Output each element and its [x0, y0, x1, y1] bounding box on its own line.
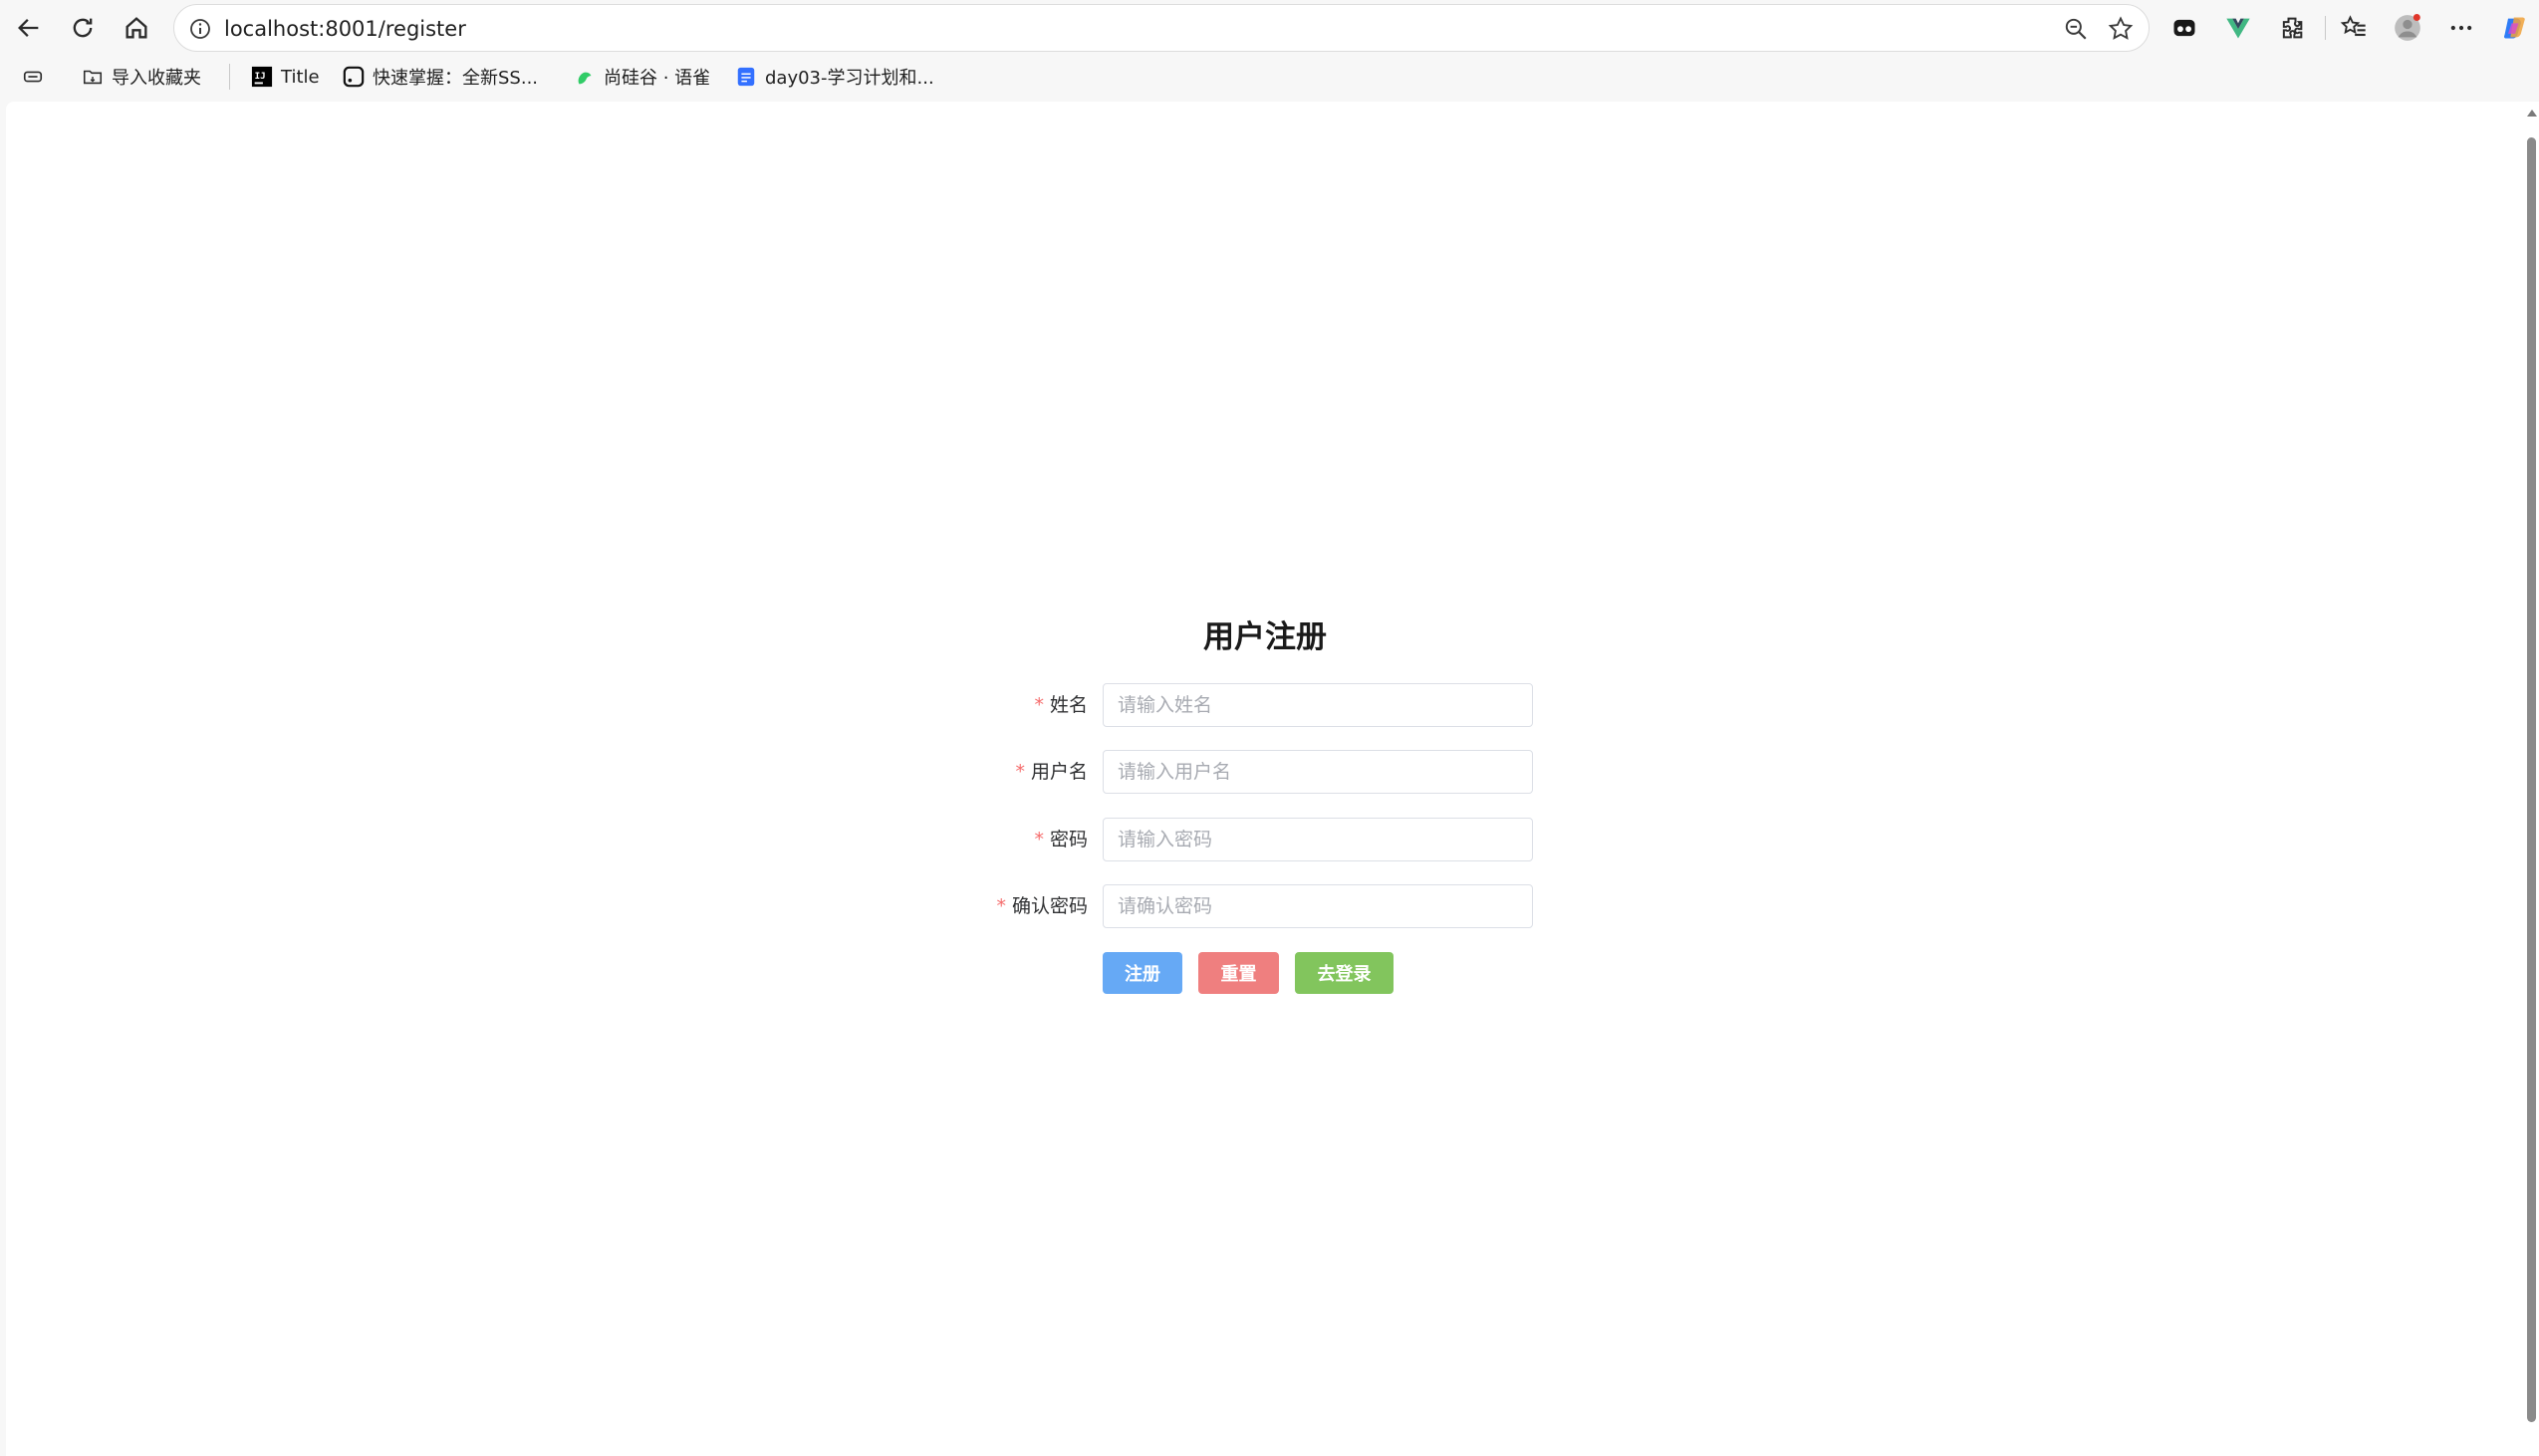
password-input[interactable]: [1103, 818, 1533, 861]
confirm-password-input[interactable]: [1103, 884, 1533, 928]
name-label: * 姓名: [1034, 694, 1088, 716]
bookmark-label: 快速掌握：全新SS...: [373, 68, 539, 89]
reset-button[interactable]: 重置: [1198, 952, 1279, 994]
favorite-star-icon[interactable]: [2107, 15, 2135, 43]
address-url[interactable]: localhost:8001/register: [224, 5, 466, 53]
extension-mask-icon[interactable]: [2168, 12, 2200, 44]
vue-devtools-icon[interactable]: [2222, 12, 2254, 44]
bookmark-item[interactable]: 尚硅谷 · 语雀: [574, 62, 710, 92]
profile-avatar-icon[interactable]: [2392, 12, 2423, 44]
home-icon: [126, 17, 147, 39]
page-title: 用户注册: [1203, 619, 1327, 655]
form-row-username: * 用户名: [956, 750, 1534, 794]
bookmark-label: day03-学习计划和...: [765, 68, 934, 89]
back-button[interactable]: [9, 8, 49, 48]
form-row-password: * 密码: [956, 818, 1534, 861]
site-info-icon[interactable]: [188, 17, 212, 41]
zoom-out-icon[interactable]: [2063, 16, 2089, 42]
tab-actions-icon: [23, 71, 43, 83]
password-label: * 密码: [1034, 829, 1088, 850]
favorites-list-icon[interactable]: [2338, 12, 2370, 44]
browser-toolbar: localhost:8001/register: [0, 0, 2539, 56]
required-mark: *: [1034, 829, 1044, 850]
bookmark-item[interactable]: day03-学习计划和...: [735, 62, 934, 92]
scroll-thumb[interactable]: [2527, 137, 2536, 1422]
extensions-puzzle-icon[interactable]: [2276, 12, 2308, 44]
bookmark-label: 尚硅谷 · 语雀: [604, 68, 711, 89]
required-mark: *: [1015, 761, 1025, 783]
username-label: * 用户名: [1015, 761, 1088, 783]
import-folder-icon: [83, 70, 103, 85]
bookmark-item[interactable]: 导入收藏夹: [82, 62, 201, 92]
doc-icon: [737, 67, 755, 87]
bookmarks-toggle-button[interactable]: [22, 62, 52, 92]
bookmark-item[interactable]: 快速掌握：全新SS...: [343, 62, 538, 92]
bookmark-label: Title: [281, 66, 320, 88]
name-input[interactable]: [1103, 683, 1533, 727]
form-row-confirm-password: * 确认密码: [956, 884, 1534, 928]
required-mark: *: [1034, 694, 1044, 716]
page-scrollbar[interactable]: [2524, 102, 2539, 1456]
copilot-icon[interactable]: [2499, 12, 2531, 44]
required-mark: *: [996, 895, 1006, 917]
register-button[interactable]: 注册: [1103, 952, 1182, 994]
yuque-icon: [578, 72, 592, 85]
confirm-password-label: * 确认密码: [996, 895, 1088, 917]
ij-icon: IJ: [251, 66, 273, 88]
square-logo-icon: [343, 66, 365, 88]
more-menu-icon[interactable]: [2445, 12, 2477, 44]
home-button[interactable]: [117, 8, 156, 48]
address-bar[interactable]: localhost:8001/register: [173, 4, 2150, 52]
reload-icon: [73, 18, 93, 38]
scroll-up-arrow-icon[interactable]: [2527, 110, 2537, 117]
svg-text:IJ: IJ: [255, 71, 266, 82]
toolbar-divider: [2325, 16, 2326, 40]
username-input[interactable]: [1103, 750, 1533, 794]
reload-button[interactable]: [63, 8, 103, 48]
go-login-button[interactable]: 去登录: [1295, 952, 1394, 994]
bookmarks-divider: [229, 64, 230, 90]
bookmark-item[interactable]: IJ Title: [251, 62, 320, 92]
back-arrow-icon: [18, 19, 39, 37]
bookmark-label: 导入收藏夹: [112, 68, 201, 89]
form-row-name: * 姓名: [956, 683, 1534, 727]
